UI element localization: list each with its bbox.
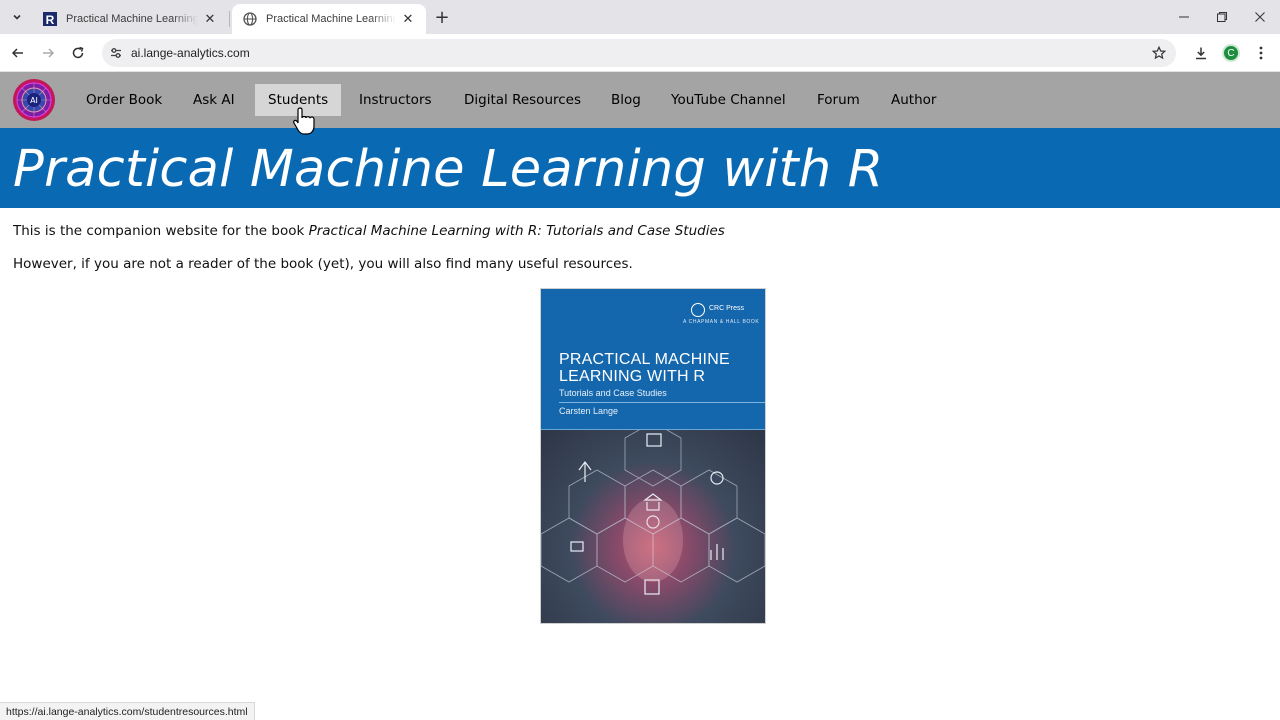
nav-ask-ai[interactable]: Ask AI (180, 84, 248, 116)
browser-toolbar: ai.lange-analytics.com C (0, 34, 1280, 72)
new-tab-button[interactable]: + (432, 7, 452, 28)
close-icon[interactable]: ✕ (400, 11, 416, 27)
close-icon[interactable]: ✕ (202, 11, 218, 27)
downloads-button[interactable] (1190, 42, 1212, 64)
window-close-button[interactable] (1240, 0, 1280, 34)
cover-subtitle: Tutorials and Case Studies (559, 388, 667, 398)
hero-banner: Practical Machine Learning with R (0, 128, 1280, 208)
close-icon (1255, 12, 1265, 22)
nav-blog[interactable]: Blog (598, 84, 654, 116)
bookmark-star-icon[interactable] (1150, 44, 1168, 62)
hexagon-network-icon (541, 421, 765, 595)
tab-strip: R Practical Machine Learning with R ✕ Pr… (0, 0, 1280, 34)
crc-press-logo-icon (691, 303, 705, 317)
tab-search-button[interactable] (6, 6, 28, 28)
hand-cursor-icon (293, 107, 315, 135)
download-icon (1196, 47, 1206, 60)
nav-youtube-channel[interactable]: YouTube Channel (658, 84, 799, 116)
r-letter-icon: R (42, 11, 58, 27)
url-text: ai.lange-analytics.com (131, 46, 250, 60)
svg-text:AI: AI (30, 96, 38, 105)
cover-imprint: A CHAPMAN & HALL BOOK (683, 319, 760, 325)
minimize-icon (1179, 16, 1189, 18)
tab-title: Practical Machine Learning with R (66, 13, 198, 25)
cover-publisher: CRC Press (709, 305, 745, 312)
status-bar: https://ai.lange-analytics.com/studentre… (0, 702, 255, 720)
tab-1[interactable]: R Practical Machine Learning with R ✕ (32, 4, 228, 34)
restore-button[interactable] (1202, 0, 1242, 34)
cover-divider-line (559, 402, 765, 403)
tab-title: Practical Machine Learning with R (266, 13, 396, 25)
address-bar[interactable]: ai.lange-analytics.com (102, 39, 1176, 67)
restore-icon (1217, 12, 1227, 22)
tab-2[interactable]: Practical Machine Learning with R ✕ (232, 4, 426, 34)
book-cover-image: CRC Press A CHAPMAN & HALL BOOK PRACTICA… (540, 288, 766, 624)
reload-icon (72, 46, 84, 59)
book-title: Practical Machine Learning with R: Tutor… (308, 223, 725, 239)
svg-text:R: R (46, 13, 55, 27)
site-nav: AI Order Book Ask AI Students Instructor… (0, 72, 1280, 128)
intro-text: This is the companion website for the bo… (13, 223, 309, 239)
ai-logo-icon: AI (13, 79, 55, 121)
minimize-button[interactable] (1164, 0, 1204, 34)
reload-button[interactable] (66, 41, 90, 65)
chevron-down-icon (13, 14, 21, 20)
nav-instructors[interactable]: Instructors (346, 84, 445, 116)
nav-digital-resources[interactable]: Digital Resources (451, 84, 594, 116)
kebab-menu-icon (1259, 46, 1263, 60)
avatar: C (1222, 44, 1240, 62)
forward-button[interactable] (36, 41, 60, 65)
resources-paragraph: However, if you are not a reader of the … (13, 256, 633, 272)
browser-window: R Practical Machine Learning with R ✕ Pr… (0, 0, 1280, 720)
nav-author[interactable]: Author (878, 84, 949, 116)
cover-illustration (541, 421, 765, 623)
menu-button[interactable] (1250, 42, 1272, 64)
profile-button[interactable]: C (1220, 42, 1242, 64)
nav-order-book[interactable]: Order Book (73, 84, 175, 116)
intro-paragraph: This is the companion website for the bo… (13, 223, 725, 239)
arrow-left-icon (11, 48, 23, 58)
arrow-right-icon (43, 48, 55, 58)
globe-icon (242, 11, 258, 27)
page-title: Practical Machine Learning with R (13, 140, 884, 199)
cover-author: Carsten Lange (559, 406, 619, 416)
site-settings-icon[interactable] (108, 45, 124, 61)
site-logo[interactable]: AI (12, 78, 56, 122)
nav-forum[interactable]: Forum (804, 84, 873, 116)
cover-title: PRACTICAL MACHINE LEARNING WITH R (559, 351, 730, 385)
tab-separator (229, 11, 230, 27)
back-button[interactable] (6, 41, 30, 65)
